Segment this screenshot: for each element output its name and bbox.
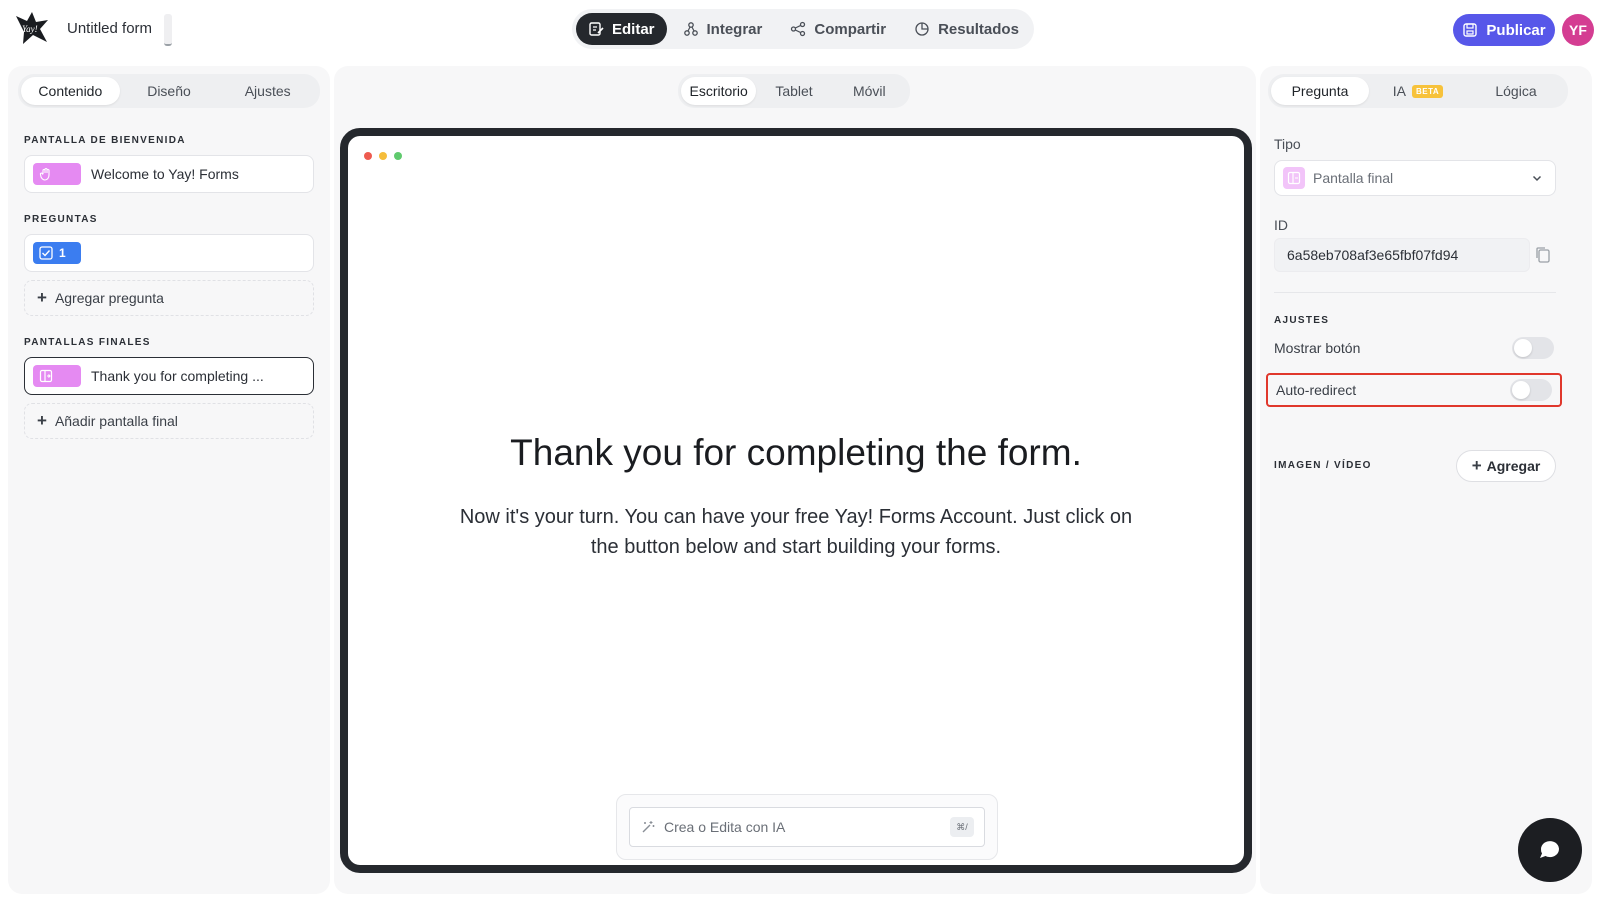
end-screens-section-label: PANTALLAS FINALES xyxy=(24,337,151,348)
yay-forms-logo[interactable]: Yay! xyxy=(14,10,50,46)
svg-text:Yay!: Yay! xyxy=(22,24,38,34)
id-field[interactable]: 6a58eb708af3e65fbf07fd94 xyxy=(1274,238,1530,272)
publish-button[interactable]: Publicar xyxy=(1453,14,1555,46)
tab-ia-label: IA xyxy=(1392,83,1407,99)
welcome-badge xyxy=(33,163,81,185)
mode-tabs: Editar Integrar Compartir Resultados xyxy=(572,9,1034,49)
add-question-label: Agregar pregunta xyxy=(54,290,164,306)
toggle-knob xyxy=(1514,339,1532,357)
tab-tablet[interactable]: Tablet xyxy=(756,77,831,105)
tab-movil[interactable]: Móvil xyxy=(832,77,907,105)
window-dots xyxy=(364,152,402,160)
tab-ia[interactable]: IA BETA xyxy=(1369,77,1467,105)
media-section-label: IMAGEN / VÍDEO xyxy=(1274,460,1372,471)
mostrar-boton-row: Mostrar botón xyxy=(1266,331,1562,365)
settings-section-label: AJUSTES xyxy=(1274,315,1330,326)
welcome-section-label: PANTALLA DE BIENVENIDA xyxy=(24,135,186,146)
preview-body: Now it's your turn. You can have your fr… xyxy=(459,506,1133,558)
exit-door-icon xyxy=(39,369,53,383)
tab-editar[interactable]: Editar xyxy=(576,13,667,45)
question-item[interactable]: 1 xyxy=(24,234,314,272)
auto-redirect-row: Auto-redirect xyxy=(1266,373,1562,407)
end-screen-badge xyxy=(33,365,81,387)
properties-panel: Pregunta IA BETA Lógica Tipo Pantalla fi… xyxy=(1260,66,1592,894)
plus-icon: + xyxy=(37,288,47,307)
tab-label: Editar xyxy=(612,20,655,38)
mostrar-boton-label: Mostrar botón xyxy=(1274,340,1361,356)
copy-icon[interactable] xyxy=(1534,246,1552,264)
ai-prompt-placeholder: Crea o Edita con IA xyxy=(664,819,786,835)
questions-section-label: PREGUNTAS xyxy=(24,214,98,225)
tab-label: Compartir xyxy=(814,20,887,38)
question-badge: 1 xyxy=(33,242,81,264)
integrate-icon xyxy=(683,22,698,36)
plus-icon: + xyxy=(37,411,47,430)
mostrar-boton-toggle[interactable] xyxy=(1512,337,1554,359)
add-end-screen-label: Añadir pantalla final xyxy=(54,413,178,429)
auto-redirect-label: Auto-redirect xyxy=(1276,382,1357,398)
device-tabs: Escritorio Tablet Móvil xyxy=(678,74,910,108)
type-select-value: Pantalla final xyxy=(1313,170,1394,186)
plus-icon: + xyxy=(1471,456,1482,475)
add-end-screen-button[interactable]: + Añadir pantalla final xyxy=(24,403,314,439)
chat-support-button[interactable] xyxy=(1518,818,1582,882)
close-dot xyxy=(364,152,372,160)
maximize-dot xyxy=(394,152,402,160)
tab-resultados[interactable]: Resultados xyxy=(902,13,1031,45)
results-icon xyxy=(915,22,929,36)
content-sidebar: Contenido Diseño Ajustes PANTALLA DE BIE… xyxy=(8,66,330,894)
welcome-screen-item[interactable]: Welcome to Yay! Forms xyxy=(24,155,314,193)
edit-icon xyxy=(589,22,604,36)
title-edit-caret xyxy=(164,14,172,46)
tab-pregunta[interactable]: Pregunta xyxy=(1271,77,1369,105)
question-number: 1 xyxy=(59,246,66,260)
add-question-button[interactable]: + Agregar pregunta xyxy=(24,280,314,316)
type-label: Tipo xyxy=(1274,136,1301,152)
checkbox-icon xyxy=(39,246,53,260)
preview-area: Escritorio Tablet Móvil Thank you for co… xyxy=(334,66,1256,894)
keyboard-shortcut-hint: ⌘/ xyxy=(950,817,974,837)
magic-wand-icon xyxy=(642,821,655,833)
ai-prompt-box: Crea o Edita con IA ⌘/ xyxy=(616,794,998,860)
section-divider xyxy=(1274,292,1556,293)
tab-ajustes[interactable]: Ajustes xyxy=(218,77,317,105)
tab-label: Resultados xyxy=(938,20,1019,38)
preview-heading: Thank you for completing the form. xyxy=(510,432,1082,473)
form-title[interactable]: Untitled form xyxy=(67,20,152,37)
share-icon xyxy=(791,21,806,37)
publish-label: Publicar xyxy=(1486,21,1546,39)
add-media-label: Agregar xyxy=(1486,458,1541,474)
desktop-preview-frame: Thank you for completing the form. Now i… xyxy=(340,128,1252,873)
add-media-button[interactable]: + Agregar xyxy=(1456,450,1556,482)
toggle-knob xyxy=(1512,381,1530,399)
chat-icon xyxy=(1540,841,1559,858)
tab-contenido[interactable]: Contenido xyxy=(21,77,120,105)
user-avatar[interactable]: YF xyxy=(1562,14,1594,46)
tab-logica[interactable]: Lógica xyxy=(1467,77,1565,105)
left-panel-tabs: Contenido Diseño Ajustes xyxy=(18,74,320,108)
tab-diseno[interactable]: Diseño xyxy=(120,77,219,105)
top-bar: Yay! Untitled form Editar Integrar Compa… xyxy=(0,0,1600,60)
tab-compartir[interactable]: Compartir xyxy=(778,13,898,45)
type-select[interactable]: Pantalla final xyxy=(1274,160,1556,196)
tab-escritorio[interactable]: Escritorio xyxy=(681,77,757,105)
id-label: ID xyxy=(1274,217,1288,233)
tab-integrar[interactable]: Integrar xyxy=(671,13,775,45)
auto-redirect-toggle[interactable] xyxy=(1510,379,1552,401)
beta-badge: BETA xyxy=(1412,84,1444,98)
minimize-dot xyxy=(379,152,387,160)
end-screen-type-icon xyxy=(1283,167,1305,189)
save-icon xyxy=(1463,23,1478,37)
right-panel-tabs: Pregunta IA BETA Lógica xyxy=(1268,74,1568,108)
end-screen-item[interactable]: Thank you for completing ... xyxy=(24,357,314,395)
hand-wave-icon xyxy=(39,167,50,181)
welcome-screen-title: Welcome to Yay! Forms xyxy=(91,166,239,182)
end-screen-title: Thank you for completing ... xyxy=(91,368,264,384)
ai-prompt-input[interactable]: Crea o Edita con IA ⌘/ xyxy=(629,807,985,847)
chevron-down-icon xyxy=(1532,175,1542,182)
tab-label: Integrar xyxy=(706,20,763,38)
